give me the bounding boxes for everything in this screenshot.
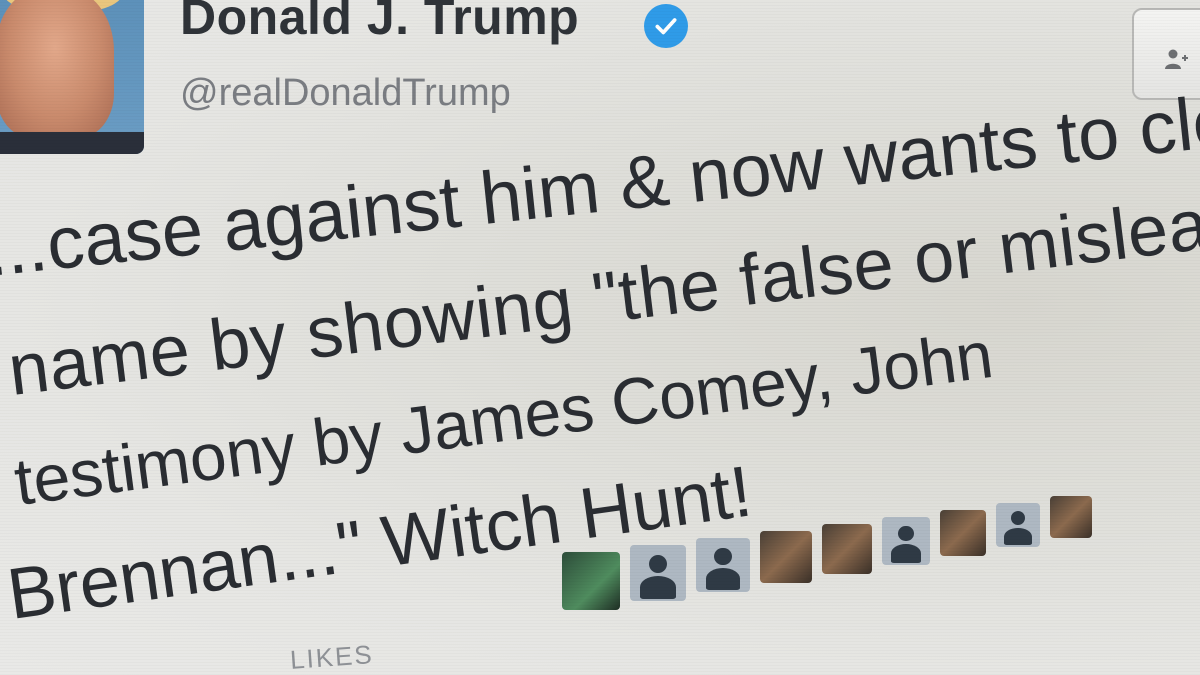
screen-photo: Donald J. Trump @realDonaldTrump ...case… xyxy=(0,0,1200,675)
liker-avatar-5[interactable] xyxy=(822,524,872,574)
liker-avatar-4[interactable] xyxy=(760,531,812,583)
photo-avatar-icon xyxy=(822,524,872,574)
liker-avatar-6[interactable] xyxy=(882,517,930,565)
liker-avatars xyxy=(0,0,1200,675)
photo-avatar-icon xyxy=(940,510,986,556)
photo-avatar-icon xyxy=(1050,496,1092,538)
default-avatar-icon xyxy=(996,503,1040,547)
tweet-card: Donald J. Trump @realDonaldTrump ...case… xyxy=(0,0,1200,675)
liker-avatar-7[interactable] xyxy=(940,510,986,556)
default-avatar-icon xyxy=(630,545,686,601)
liker-avatar-3[interactable] xyxy=(696,538,750,592)
photo-avatar-icon xyxy=(760,531,812,583)
default-avatar-icon xyxy=(882,517,930,565)
liker-avatar-8[interactable] xyxy=(996,503,1040,547)
liker-avatar-2[interactable] xyxy=(630,545,686,601)
liker-avatar-1[interactable] xyxy=(562,552,620,610)
default-avatar-icon xyxy=(696,538,750,592)
liker-avatar-9[interactable] xyxy=(1050,496,1092,538)
photo-avatar-icon xyxy=(562,552,620,610)
